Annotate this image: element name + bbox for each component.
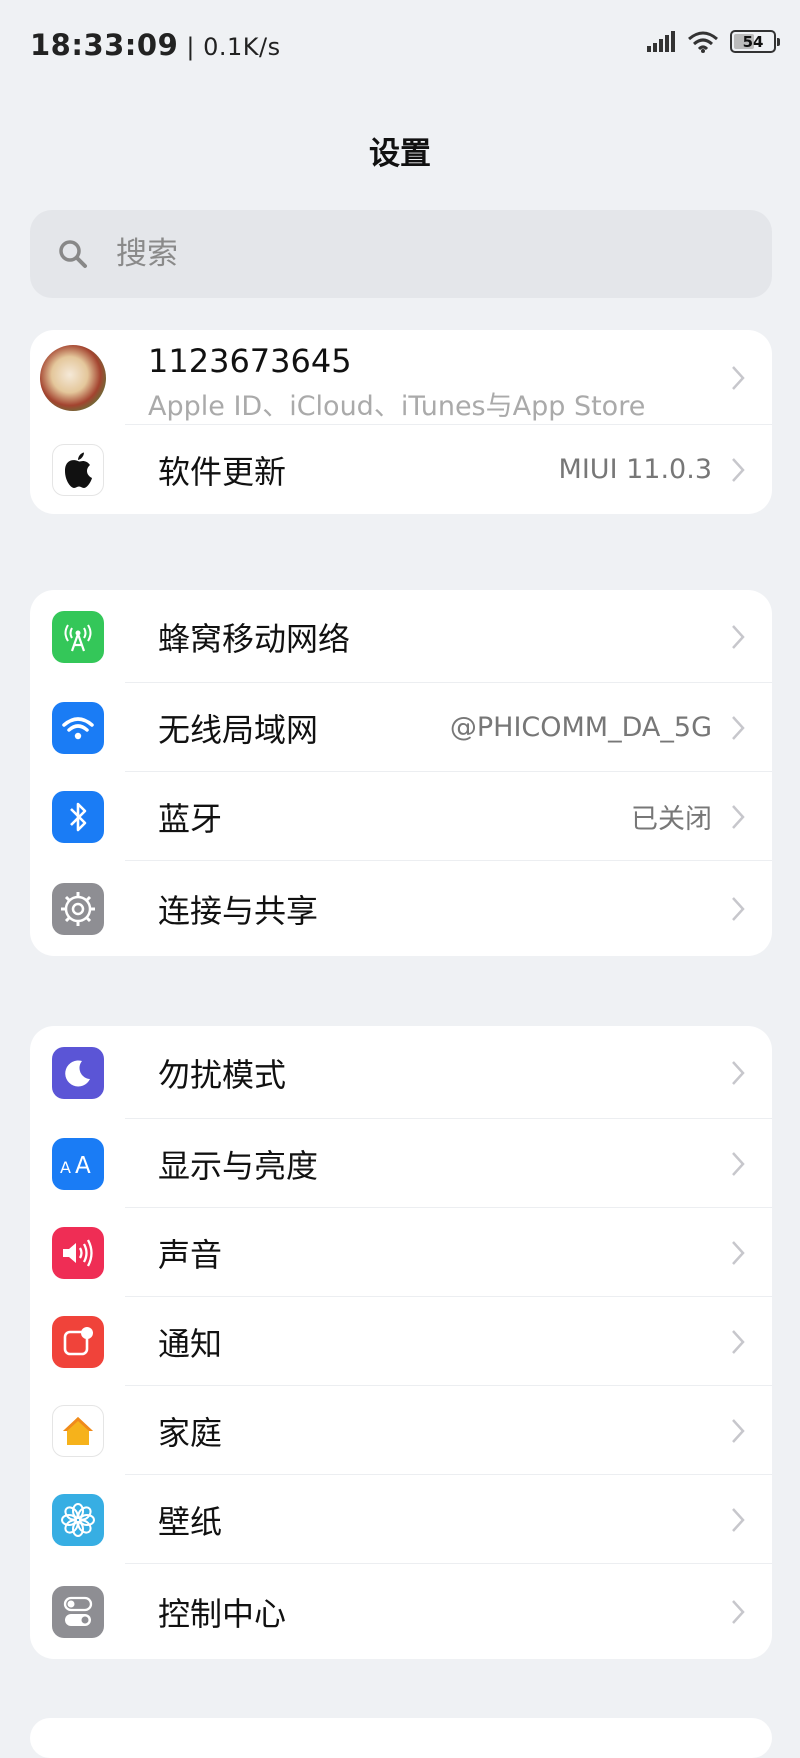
cellular-row[interactable]: 蜂窝移动网络 <box>30 590 772 683</box>
wallpaper-row[interactable]: 壁纸 <box>30 1475 772 1564</box>
software-update-label: 软件更新 <box>158 452 287 491</box>
flower-icon <box>52 1493 104 1546</box>
signal-icon <box>647 30 675 52</box>
moon-icon <box>52 1046 104 1099</box>
chevron-right-icon <box>732 896 745 921</box>
wifi-icon <box>52 701 104 754</box>
sound-label: 声音 <box>158 1235 223 1274</box>
wallpaper-label: 壁纸 <box>158 1502 223 1541</box>
account-name: 1123673645 <box>148 342 352 380</box>
toggle-icon <box>52 1585 104 1638</box>
dnd-row[interactable]: 勿扰模式 <box>30 1026 772 1119</box>
chevron-right-icon <box>732 457 745 482</box>
apple-icon <box>52 443 104 496</box>
svg-text:A: A <box>75 1153 91 1177</box>
battery-level: 54 <box>742 32 764 51</box>
chevron-right-icon <box>732 1240 745 1265</box>
wifi-status-icon <box>688 31 718 53</box>
bluetooth-value: 已关闭 <box>631 804 712 835</box>
notification-icon <box>52 1315 104 1368</box>
display-row[interactable]: A A 显示与亮度 <box>30 1119 772 1208</box>
bluetooth-icon <box>52 790 104 843</box>
search-input[interactable] <box>116 236 716 272</box>
chevron-right-icon <box>732 1151 745 1176</box>
display-label: 显示与亮度 <box>158 1146 319 1185</box>
cellular-icon <box>52 610 104 663</box>
status-bar: 18:33:09 | 0.1K/s 54 <box>0 0 800 92</box>
sharing-label: 连接与共享 <box>158 891 319 930</box>
account-subtitle: Apple ID、iCloud、iTunes与App Store <box>148 391 646 422</box>
chevron-right-icon <box>732 1507 745 1532</box>
status-right: 54 <box>646 30 780 53</box>
battery-icon: 54 <box>730 30 780 53</box>
text-size-icon: A A <box>52 1137 104 1190</box>
chevron-right-icon <box>732 1329 745 1354</box>
software-update-value: MIUI 11.0.3 <box>558 454 712 485</box>
network-card: 蜂窝移动网络 无线局域网 @PHICOMM_DA_5G 蓝牙 已关闭 连接与共享 <box>30 590 772 956</box>
speaker-icon <box>52 1226 104 1279</box>
notifications-row[interactable]: 通知 <box>30 1297 772 1386</box>
general-card: 勿扰模式 A A 显示与亮度 声音 通知 家庭 壁纸 控制中心 <box>30 1026 772 1659</box>
page-title: 设置 <box>369 136 431 172</box>
status-left: 18:33:09 | 0.1K/s <box>30 28 281 62</box>
chevron-right-icon <box>732 1060 745 1085</box>
sound-row[interactable]: 声音 <box>30 1208 772 1297</box>
wifi-value: @PHICOMM_DA_5G <box>449 712 712 743</box>
search-icon <box>59 240 87 268</box>
cellular-label: 蜂窝移动网络 <box>158 619 351 658</box>
bluetooth-row[interactable]: 蓝牙 已关闭 <box>30 772 772 861</box>
bluetooth-label: 蓝牙 <box>158 799 223 838</box>
control-center-label: 控制中心 <box>158 1594 287 1633</box>
svg-text:A: A <box>60 1158 71 1177</box>
status-time: 18:33:09 <box>30 28 179 62</box>
chevron-right-icon <box>732 804 745 829</box>
chevron-right-icon <box>732 365 745 390</box>
sharing-row[interactable]: 连接与共享 <box>30 861 772 956</box>
wifi-row[interactable]: 无线局域网 @PHICOMM_DA_5G <box>30 683 772 772</box>
home-row[interactable]: 家庭 <box>30 1386 772 1475</box>
chevron-right-icon <box>732 1599 745 1624</box>
avatar <box>40 345 106 411</box>
software-update-row[interactable]: 软件更新 MIUI 11.0.3 <box>30 425 772 514</box>
notifications-label: 通知 <box>158 1324 223 1363</box>
chevron-right-icon <box>732 715 745 740</box>
account-card: 1123673645 Apple ID、iCloud、iTunes与App St… <box>30 330 772 514</box>
dnd-label: 勿扰模式 <box>158 1055 287 1094</box>
chevron-right-icon <box>732 624 745 649</box>
search-bar[interactable] <box>30 210 772 298</box>
gear-icon <box>52 882 104 935</box>
home-label: 家庭 <box>158 1413 223 1452</box>
chevron-right-icon <box>732 1418 745 1443</box>
next-card <box>30 1718 772 1758</box>
network-speed: 0.1K/s <box>203 33 281 61</box>
control-center-row[interactable]: 控制中心 <box>30 1564 772 1659</box>
house-icon <box>52 1404 104 1457</box>
account-row[interactable]: 1123673645 Apple ID、iCloud、iTunes与App St… <box>30 330 772 425</box>
wifi-label: 无线局域网 <box>158 710 319 749</box>
